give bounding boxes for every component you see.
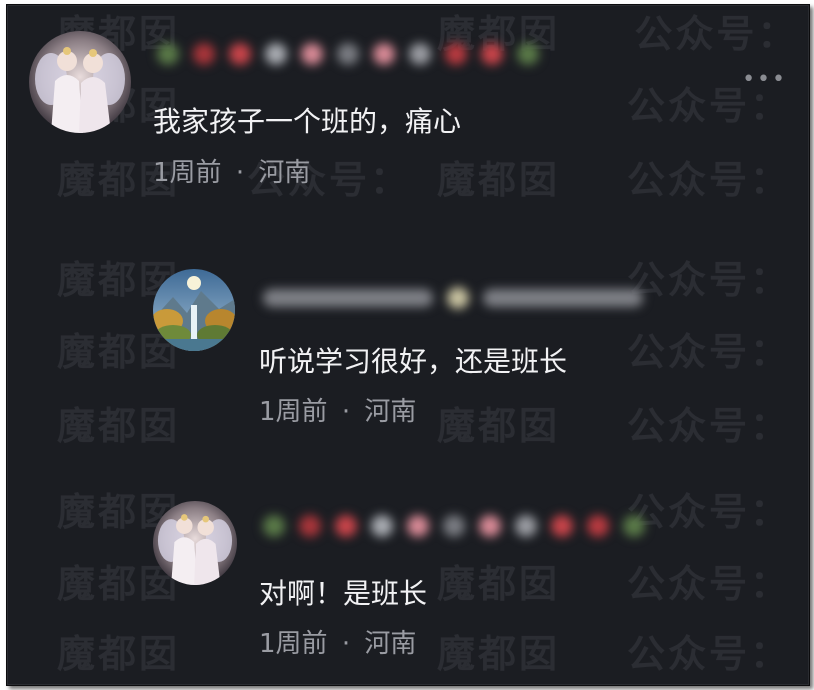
comment-location: 河南	[364, 397, 417, 427]
reply-item: 听说学习很好，还是班长 1周前 · 河南	[7, 235, 809, 455]
username-blurred[interactable]	[263, 287, 643, 309]
fairy-avatar-icon[interactable]	[29, 31, 131, 133]
fairy-avatar-icon[interactable]	[153, 501, 237, 585]
username-blurred[interactable]	[157, 43, 539, 65]
meta-separator: ·	[235, 158, 245, 188]
comment-item: 我家孩子一个班的，痛心 1周前 · 河南	[7, 5, 809, 205]
username-blurred[interactable]	[263, 515, 645, 537]
comment-text: 我家孩子一个班的，痛心	[153, 105, 462, 138]
comment-time: 1周前	[259, 397, 328, 427]
comment-text: 听说学习很好，还是班长	[259, 345, 568, 378]
comment-meta: 1周前 · 河南	[259, 397, 416, 428]
comment-time: 1周前	[153, 158, 222, 188]
meta-separator: ·	[341, 397, 351, 427]
comment-location: 河南	[364, 629, 417, 659]
comment-meta: 1周前 · 河南	[259, 629, 416, 660]
landscape-avatar-icon[interactable]	[153, 269, 235, 351]
meta-separator: ·	[341, 629, 351, 659]
comment-location: 河南	[258, 158, 311, 188]
comment-panel: 魔都囡 公众号： 魔都囡 魔都囡 公众号： 魔都囡 公众号： 魔都囡 公众号： …	[6, 4, 810, 686]
comment-meta: 1周前 · 河南	[153, 158, 310, 189]
comment-text: 对啊！是班长	[259, 577, 428, 610]
reply-item: 对啊！是班长 1周前 · 河南	[7, 475, 809, 685]
comment-time: 1周前	[259, 629, 328, 659]
